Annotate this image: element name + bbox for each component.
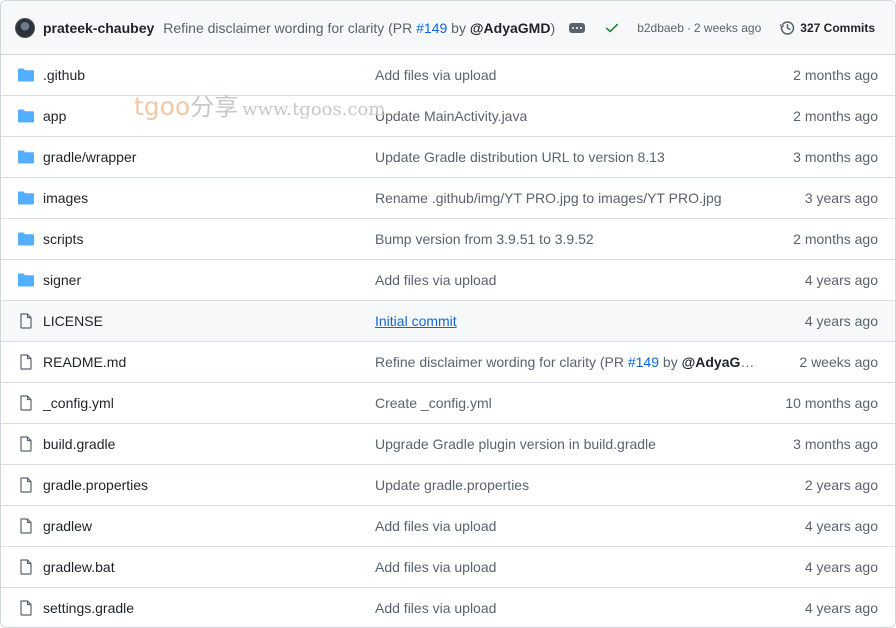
table-row[interactable]: gradlew.bat Add files via upload 4 years a… <box>1 547 895 588</box>
file-name-link[interactable]: _config.yml <box>43 395 114 411</box>
commit-time: 2 years ago <box>804 477 878 493</box>
file-name-link[interactable]: build.gradle <box>43 436 115 452</box>
file-icon <box>20 395 32 411</box>
file-name-link[interactable]: images <box>43 190 88 206</box>
mention-link[interactable]: @AdyaGM… <box>682 354 760 370</box>
commit-time: 4 years ago <box>804 600 878 616</box>
commit-message[interactable]: Refine disclaimer wording for clarity (P… <box>163 20 555 36</box>
folder-icon <box>18 68 34 82</box>
commit-message-text: Refine disclaimer wording for clarity (P… <box>375 354 628 370</box>
commit-meta: b2dbaeb · 2 weeks ago 327 Commits <box>637 1 875 55</box>
file-name-link[interactable]: gradlew <box>43 518 92 534</box>
commit-message-link[interactable]: Bump version from 3.9.51 to 3.9.52 <box>375 231 594 247</box>
commit-message-link[interactable]: Create _config.yml <box>375 395 492 411</box>
table-row[interactable]: settings.gradle Add files via upload 4 yea… <box>1 588 895 627</box>
commit-time: 3 months ago <box>793 436 878 452</box>
commit-message-link[interactable]: Rename .github/img/YT PRO.jpg to images/… <box>375 190 722 206</box>
commit-message-by: by <box>659 354 682 370</box>
file-name-link[interactable]: README.md <box>43 354 126 370</box>
file-icon <box>20 559 32 575</box>
meta-separator: · <box>686 21 691 35</box>
commit-time: 4 years ago <box>804 559 878 575</box>
file-icon <box>20 436 32 452</box>
file-name-link[interactable]: settings.gradle <box>43 600 134 616</box>
commit-message-suffix: ) <box>550 19 556 36</box>
folder-icon <box>18 273 34 287</box>
file-name-link[interactable]: signer <box>43 272 81 288</box>
commit-message-link[interactable]: Initial commit <box>375 313 457 329</box>
commit-time: 4 years ago <box>804 518 878 534</box>
file-icon <box>20 313 32 329</box>
table-row[interactable]: .github Add files via upload 2 months ago <box>1 55 895 96</box>
commit-author-link[interactable]: prateek-chaubey <box>43 20 154 36</box>
folder-icon <box>18 109 34 123</box>
pr-link[interactable]: #149 <box>628 354 659 370</box>
folder-icon <box>18 232 34 246</box>
table-row[interactable]: _config.yml Create _config.yml 10 months a… <box>1 383 895 424</box>
table-row[interactable]: gradlew Add files via upload 4 years ago <box>1 506 895 547</box>
commit-time: 2 months ago <box>793 108 878 124</box>
table-row[interactable]: images Rename .github/img/YT PRO.jpg to i… <box>1 178 895 219</box>
commit-message-text: Refine disclaimer wording for clarity (P… <box>163 19 417 36</box>
commit-message-link[interactable]: Add files via upload <box>375 600 496 616</box>
table-row[interactable]: app Update MainActivity.java 2 months ago <box>1 96 895 137</box>
commit-message-link[interactable]: Upgrade Gradle plugin version in build.g… <box>375 436 656 452</box>
expand-message-button[interactable] <box>569 22 586 33</box>
commit-time: 4 years ago <box>804 272 878 288</box>
folder-icon <box>18 150 34 164</box>
file-name-link[interactable]: LICENSE <box>43 313 103 329</box>
commits-count: 327 Commits <box>800 21 875 35</box>
folder-icon <box>18 191 34 205</box>
commit-time: 2 weeks ago <box>799 354 878 370</box>
commit-sha-link[interactable]: b2dbaeb <box>637 21 684 35</box>
file-name-link[interactable]: gradle/wrapper <box>43 149 136 165</box>
pr-link[interactable]: #149 <box>416 20 447 36</box>
commit-message-link[interactable]: Update Gradle distribution URL to versio… <box>375 149 665 165</box>
history-icon <box>779 21 795 35</box>
file-name-link[interactable]: gradlew.bat <box>43 559 115 575</box>
check-icon[interactable] <box>605 21 619 35</box>
commit-message-link[interactable]: Add files via upload <box>375 67 496 83</box>
commit-time: 4 years ago <box>804 313 878 329</box>
table-row[interactable]: gradle.properties Update gradle.propertie… <box>1 465 895 506</box>
file-name-link[interactable]: .github <box>43 67 85 83</box>
file-name-link[interactable]: scripts <box>43 231 83 247</box>
table-row[interactable]: build.gradle Upgrade Gradle plugin versio… <box>1 424 895 465</box>
table-row[interactable]: scripts Bump version from 3.9.51 to 3.9.5… <box>1 219 895 260</box>
file-browser: prateek-chaubey Refine disclaimer wordin… <box>0 0 896 628</box>
commit-message-link[interactable]: Add files via upload <box>375 272 496 288</box>
commit-message-link[interactable]: Refine disclaimer wording for clarity (P… <box>375 354 760 370</box>
commit-time: 2 weeks ago <box>693 21 762 35</box>
commits-history-link[interactable]: 327 Commits <box>779 20 875 36</box>
file-name-link[interactable]: app <box>43 108 66 124</box>
table-row[interactable]: LICENSE Initial commit 4 years ago <box>1 301 895 342</box>
table-row[interactable]: README.md Refine disclaimer wording for c… <box>1 342 895 383</box>
commit-time: 3 years ago <box>804 190 878 206</box>
table-row[interactable]: signer Add files via upload 4 years ago <box>1 260 895 301</box>
file-icon <box>20 354 32 370</box>
author-avatar[interactable] <box>15 17 35 38</box>
commit-message-link[interactable]: Add files via upload <box>375 518 496 534</box>
commit-time: 3 months ago <box>793 149 878 165</box>
commit-message-by: by <box>447 19 470 36</box>
commit-message-link[interactable]: Update MainActivity.java <box>375 108 527 124</box>
mention-link[interactable]: @AdyaGMD <box>470 20 551 36</box>
commit-message-link[interactable]: Add files via upload <box>375 559 496 575</box>
latest-commit-bar: prateek-chaubey Refine disclaimer wordin… <box>1 1 895 55</box>
file-icon <box>20 518 32 534</box>
file-list: .github Add files via upload 2 months ago a… <box>1 55 895 627</box>
file-icon <box>20 600 32 616</box>
commit-time: 10 months ago <box>785 395 878 411</box>
commit-time: 2 months ago <box>793 67 878 83</box>
table-row[interactable]: gradle/wrapper Update Gradle distribution… <box>1 137 895 178</box>
commit-message-link[interactable]: Update gradle.properties <box>375 477 529 493</box>
commit-time: 2 months ago <box>793 231 878 247</box>
file-icon <box>20 477 32 493</box>
file-name-link[interactable]: gradle.properties <box>43 477 148 493</box>
